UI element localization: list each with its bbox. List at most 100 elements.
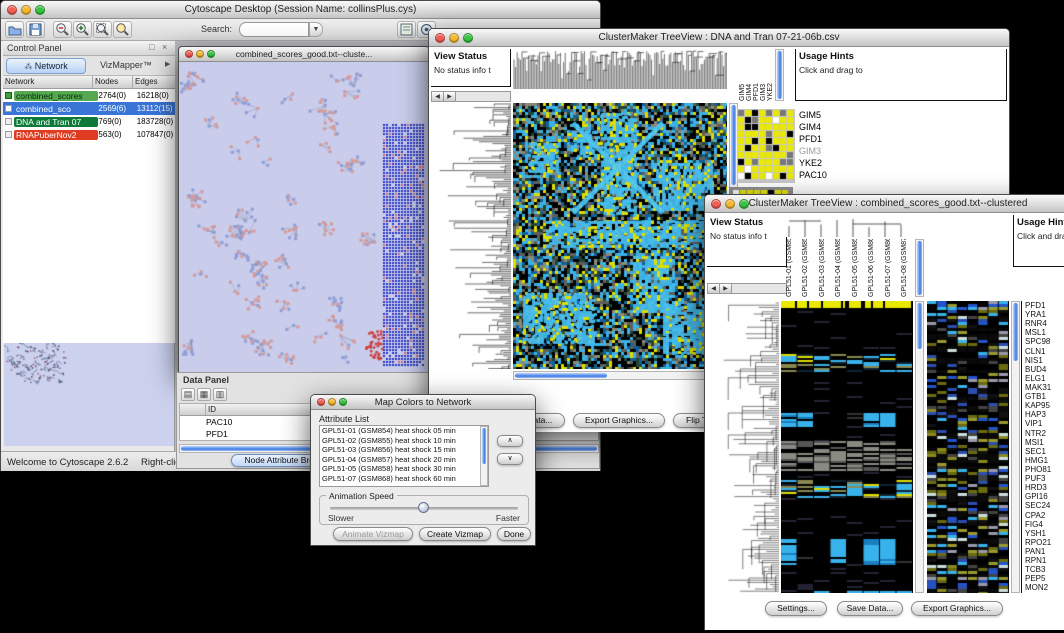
scrollbar-thumb[interactable] (731, 105, 736, 185)
gene-label[interactable]: MAK31 (1025, 383, 1064, 392)
attribute-matrix-icon[interactable]: ▦ (197, 388, 211, 401)
close-window-button[interactable] (317, 398, 325, 406)
gene-label[interactable]: HMG1 (1025, 456, 1064, 465)
gene-label[interactable]: MSL1 (1025, 328, 1064, 337)
column-header-nodes[interactable]: Nodes (93, 76, 133, 88)
zoom-window-button[interactable] (35, 5, 45, 15)
gene-label[interactable]: VIP1 (1025, 419, 1064, 428)
tab-network[interactable]: ⁂ Network (6, 58, 86, 74)
close-window-button[interactable] (435, 33, 445, 43)
gene-label[interactable]: YRA1 (1025, 310, 1064, 319)
gene-label[interactable]: PFD1 (1025, 301, 1064, 310)
open-file-button[interactable] (5, 21, 24, 38)
network-view-canvas[interactable] (179, 62, 429, 372)
search-dropdown-arrow-icon[interactable]: ▼ (309, 22, 323, 37)
network-row-combined-sco-selected[interactable]: combined_sco 2569(6) 13112(15) (3, 102, 175, 115)
move-attribute-up-button[interactable]: ∧ (497, 435, 523, 447)
gene-label[interactable]: NIS1 (1025, 356, 1064, 365)
minimize-window-button[interactable] (449, 33, 459, 43)
network-overview-thumbnail[interactable] (4, 343, 174, 446)
scrollbar-thumb[interactable] (1013, 303, 1018, 361)
gene-label[interactable]: HAP3 (1025, 410, 1064, 419)
column-header-network[interactable]: Network (3, 76, 93, 88)
gene-list-scrollbar[interactable] (1011, 301, 1020, 593)
attribute-select-icon[interactable]: ▤ (181, 388, 195, 401)
gene-label[interactable]: PHO81 (1025, 465, 1064, 474)
row-icon-column-header[interactable] (180, 404, 206, 415)
minimize-window-button[interactable] (725, 199, 735, 209)
zoom-window-button[interactable] (207, 50, 215, 58)
gene-label[interactable]: YSH1 (1025, 529, 1064, 538)
attribute-list-item[interactable]: GPL51-05 (GSM858) heat shock 30 min (320, 464, 488, 474)
gene-label[interactable]: PAN1 (1025, 547, 1064, 556)
cluster-heatmap[interactable] (513, 103, 727, 369)
move-attribute-down-button[interactable]: ∨ (497, 453, 523, 465)
gene-label[interactable]: GTB1 (1025, 392, 1064, 401)
minimize-window-button[interactable] (196, 50, 204, 58)
treeview-dna-title-bar[interactable]: ClusterMaker TreeView : DNA and Tran 07-… (429, 29, 1009, 47)
zoom-window-button[interactable] (739, 199, 749, 209)
network-row-rnapubernov[interactable]: RNAPuberNov2 563(0) 107847(0) (3, 128, 175, 141)
scrollbar-thumb[interactable] (917, 241, 922, 295)
attribute-list-item[interactable]: GPL51-04 (GSM857) heat shock 20 min (320, 455, 488, 465)
attribute-list-item[interactable]: GPL51-02 (GSM855) heat shock 10 min (320, 436, 488, 446)
save-data-button[interactable]: Save Data... (837, 601, 903, 616)
attribute-list-item[interactable]: GPL51-03 (GSM856) heat shock 15 min (320, 445, 488, 455)
treeview-combined-title-bar[interactable]: ClusterMaker TreeView : combined_scores_… (705, 195, 1064, 213)
tab-overflow-arrow-icon[interactable]: ▶ (165, 60, 170, 68)
heatmap-vertical-scrollbar[interactable] (915, 301, 924, 593)
zoom-selected-button[interactable] (113, 21, 132, 38)
zoom-out-button[interactable] (53, 21, 72, 38)
zoom-in-button[interactable] (73, 21, 92, 38)
export-graphics-button[interactable]: Export Graphics... (911, 601, 1003, 616)
close-window-button[interactable] (711, 199, 721, 209)
close-window-button[interactable] (185, 50, 193, 58)
gene-label[interactable]: RPN1 (1025, 556, 1064, 565)
network-row-dna-tran[interactable]: DNA and Tran 07 769(0) 183728(0) (3, 115, 175, 128)
gene-label[interactable]: SEC1 (1025, 447, 1064, 456)
column-dendrogram[interactable] (781, 215, 913, 237)
gene-label[interactable]: SPC98 (1025, 337, 1064, 346)
gene-label[interactable]: GPI16 (1025, 492, 1064, 501)
gene-label[interactable]: RNR4 (1025, 319, 1064, 328)
gene-label[interactable]: MSI1 (1025, 438, 1064, 447)
gene-label[interactable]: CLN1 (1025, 347, 1064, 356)
scrollbar-thumb[interactable] (515, 373, 607, 378)
tab-vizmapper[interactable]: VizMapper™ (91, 58, 161, 74)
pager-right-icon[interactable]: ▶ (444, 92, 456, 101)
row-dendrogram[interactable] (707, 301, 779, 593)
network-view-title-bar[interactable]: combined_scores_good.txt--cluste... (179, 47, 429, 62)
float-panel-icon[interactable]: □ (149, 42, 154, 52)
column-header-edges[interactable]: Edges (133, 76, 175, 88)
attribute-list-item[interactable]: GPL51-01 (GSM854) heat shock 05 min (320, 426, 488, 436)
zoom-window-button[interactable] (463, 33, 473, 43)
gene-label[interactable]: BUD4 (1025, 365, 1064, 374)
minimize-window-button[interactable] (328, 398, 336, 406)
gene-label[interactable]: SEC24 (1025, 501, 1064, 510)
gene-label[interactable]: ELG1 (1025, 374, 1064, 383)
settings-button[interactable]: Settings... (765, 601, 827, 616)
animation-speed-slider-thumb[interactable] (418, 502, 429, 513)
attribute-list-scrollbar[interactable] (480, 426, 488, 486)
gene-label[interactable]: PUF3 (1025, 474, 1064, 483)
export-graphics-button[interactable]: Export Graphics... (573, 413, 665, 428)
scrollbar-thumb[interactable] (482, 428, 486, 464)
gene-label[interactable]: FIG4 (1025, 520, 1064, 529)
save-session-button[interactable] (26, 21, 45, 38)
create-vizmap-button[interactable]: Create Vizmap (419, 527, 491, 541)
close-window-button[interactable] (7, 5, 17, 15)
minimize-window-button[interactable] (21, 5, 31, 15)
scrollbar-thumb[interactable] (917, 303, 922, 349)
attribute-db-icon[interactable]: ▥ (213, 388, 227, 401)
close-panel-icon[interactable]: × (162, 42, 167, 52)
gene-label[interactable]: NTR2 (1025, 429, 1064, 438)
zoom-fit-button[interactable] (93, 21, 112, 38)
heatmap-horizontal-scrollbar[interactable] (513, 371, 727, 380)
column-dendrogram[interactable] (513, 49, 727, 89)
gene-label[interactable]: HRD3 (1025, 483, 1064, 492)
done-button[interactable]: Done (497, 527, 531, 541)
label-vertical-scrollbar[interactable] (775, 49, 784, 101)
main-title-bar[interactable]: Cytoscape Desktop (Session Name: collins… (1, 1, 600, 19)
expression-heatmap[interactable] (927, 301, 1009, 593)
search-input[interactable] (239, 22, 309, 37)
